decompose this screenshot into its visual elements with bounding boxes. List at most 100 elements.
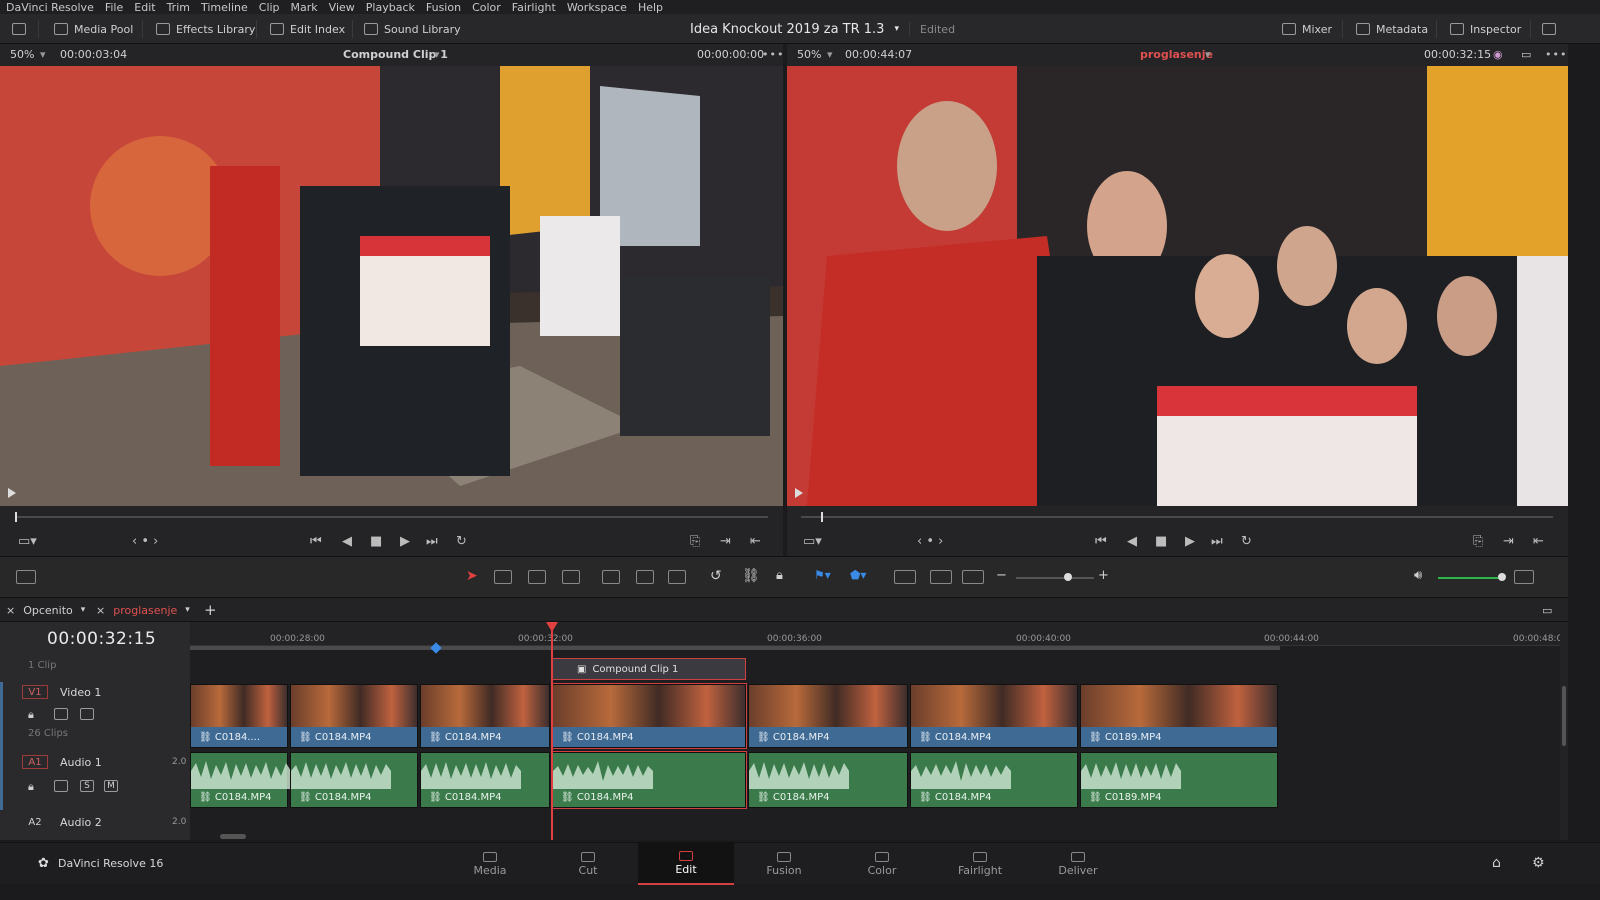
sound-library-button[interactable]: Sound Library <box>364 14 461 44</box>
auto-select-icon[interactable] <box>54 708 68 720</box>
timeline-range-bar[interactable] <box>190 646 1280 650</box>
mute-button[interactable]: M <box>104 780 118 792</box>
close-icon[interactable]: × <box>96 604 105 617</box>
chevron-down-icon[interactable]: ▾ <box>40 48 46 61</box>
timeline-name[interactable]: proglasenje <box>1140 48 1213 61</box>
insert-clip-icon[interactable] <box>602 570 620 584</box>
audio-clip[interactable]: ⛓ C0184.MP4 <box>190 752 291 808</box>
stop-icon[interactable]: ■ <box>370 534 382 549</box>
solo-button[interactable]: S <box>80 780 94 792</box>
play-icon[interactable]: ▶ <box>1185 534 1195 549</box>
dim-button[interactable] <box>1514 570 1534 584</box>
compound-clip[interactable]: ▣ Compound Clip 1 <box>552 658 746 680</box>
media-pool-button[interactable]: Media Pool <box>54 14 133 44</box>
mixer-button[interactable]: Mixer <box>1282 14 1332 44</box>
chevron-down-icon[interactable]: ▾ <box>827 48 833 61</box>
jog-control-icon[interactable]: ‹ • › <box>917 534 943 549</box>
trim-tool-icon[interactable] <box>494 570 512 584</box>
playhead-handle-icon[interactable] <box>546 622 558 632</box>
overwrite-clip-icon[interactable] <box>636 570 654 584</box>
timeline-scrubber[interactable] <box>801 516 1553 518</box>
video-clip[interactable]: ⛓ C0184.MP4 <box>748 684 908 748</box>
volume-slider-handle[interactable] <box>1498 573 1506 581</box>
zoom-slider-handle[interactable] <box>1064 573 1072 581</box>
chevron-down-icon[interactable]: ▾ <box>81 605 86 615</box>
match-frame-icon[interactable]: ⎘ <box>1473 534 1483 549</box>
mark-in-icon[interactable]: ⇥ <box>1503 534 1514 549</box>
loop-icon[interactable]: ↻ <box>1241 534 1252 549</box>
viewer-options-icon[interactable]: ▭▾ <box>803 534 822 549</box>
play-reverse-icon[interactable]: ◀ <box>342 534 352 549</box>
zoom-slider[interactable] <box>1016 577 1094 579</box>
audio-clip[interactable]: ⛓ C0184.MP4 <box>420 752 550 808</box>
menu-clip[interactable]: Clip <box>259 1 280 14</box>
chevron-down-icon[interactable]: ▾ <box>185 605 190 615</box>
source-scrubber[interactable] <box>16 516 768 518</box>
audio-clip[interactable]: ⛓ C0184.MP4 <box>290 752 418 808</box>
video-clip[interactable]: ⛓ C0189.MP4 <box>1080 684 1278 748</box>
play-reverse-icon[interactable]: ◀ <box>1127 534 1137 549</box>
vertical-scrollbar[interactable] <box>1560 622 1568 840</box>
audio-clip[interactable]: ⛓ C0189.MP4 <box>1080 752 1278 808</box>
timeline-viewer[interactable] <box>787 66 1568 506</box>
track-v1-id[interactable]: V1 <box>22 685 48 699</box>
timeline-area[interactable]: 00:00:28:00 00:00:32:00 00:00:36:00 00:0… <box>190 622 1560 840</box>
panel-toggle-button[interactable] <box>12 14 26 44</box>
menu-timeline[interactable]: Timeline <box>201 1 248 14</box>
menu-view[interactable]: View <box>329 1 355 14</box>
lock-icon[interactable]: 🔒︎ <box>28 708 42 721</box>
edit-index-button[interactable]: Edit Index <box>270 14 345 44</box>
volume-icon[interactable]: 🔊︎ <box>1414 568 1422 583</box>
timeline-timecode[interactable]: 00:00:32:15 <box>47 629 156 649</box>
menu-edit[interactable]: Edit <box>134 1 155 14</box>
mark-out-icon[interactable]: ⇤ <box>750 534 761 549</box>
source-viewer[interactable] <box>0 66 783 506</box>
chevron-down-icon[interactable]: ▾ <box>434 48 440 61</box>
lock-icon[interactable]: 🔒︎ <box>776 568 783 583</box>
color-wheel-icon[interactable]: ◉ <box>1493 48 1503 61</box>
video-clip[interactable]: ⛓ C0184.MP4 <box>420 684 550 748</box>
video-clip-selected[interactable]: ⛓ C0184.MP4 <box>551 683 747 749</box>
menu-fairlight[interactable]: Fairlight <box>512 1 556 14</box>
menu-trim[interactable]: Trim <box>167 1 190 14</box>
lock-icon[interactable]: 🔒︎ <box>28 780 42 793</box>
zoom-custom-icon[interactable] <box>962 570 984 584</box>
video-clip[interactable]: ⛓ C0184.MP4 <box>290 684 418 748</box>
video-clip[interactable]: ⛓ C0184.... <box>190 684 288 748</box>
replace-clip-icon[interactable] <box>668 570 686 584</box>
zoom-detail-icon[interactable] <box>930 570 952 584</box>
marker-icon[interactable]: ⬟▾ <box>850 568 866 582</box>
source-playhead[interactable] <box>15 512 17 522</box>
skip-to-start-icon[interactable]: ⏮ <box>310 534 322 549</box>
more-options-icon[interactable]: ••• <box>1545 48 1567 61</box>
volume-slider[interactable] <box>1438 577 1504 579</box>
chevron-down-icon[interactable]: ▾ <box>1205 48 1211 61</box>
track-enable-icon[interactable] <box>80 708 94 720</box>
track-a2-id[interactable]: A2 <box>22 815 48 829</box>
gear-icon[interactable]: ⚙ <box>1532 855 1545 871</box>
jog-control-icon[interactable]: ‹ • › <box>132 534 158 549</box>
add-tab-button[interactable]: + <box>204 598 217 622</box>
snapping-icon[interactable]: ↺ <box>710 568 722 584</box>
skip-to-start-icon[interactable]: ⏮ <box>1095 534 1107 549</box>
timeline-playhead[interactable] <box>551 622 553 840</box>
play-icon[interactable]: ▶ <box>400 534 410 549</box>
flag-icon[interactable]: ⚑▾ <box>814 568 831 582</box>
zoom-in-icon[interactable]: + <box>1098 568 1109 583</box>
timeline-options-icon[interactable]: ▭ <box>1542 598 1552 622</box>
audio-clip[interactable]: ⛓ C0184.MP4 <box>910 752 1078 808</box>
page-edit[interactable]: Edit <box>638 843 734 885</box>
skip-to-end-icon[interactable]: ⏭ <box>426 534 438 549</box>
video-clip[interactable]: ⛓ C0184.MP4 <box>910 684 1078 748</box>
menu-color[interactable]: Color <box>472 1 501 14</box>
match-frame-icon[interactable]: ⎘ <box>690 534 700 549</box>
page-color[interactable]: Color <box>834 843 930 885</box>
track-v1-name[interactable]: Video 1 <box>60 686 101 699</box>
page-deliver[interactable]: Deliver <box>1030 843 1126 885</box>
skip-to-end-icon[interactable]: ⏭ <box>1211 534 1223 549</box>
menu-help[interactable]: Help <box>638 1 663 14</box>
auto-select-icon[interactable] <box>54 780 68 792</box>
viewer-options-icon[interactable]: ▭▾ <box>18 534 37 549</box>
selection-tool-icon[interactable]: ➤ <box>466 568 478 584</box>
page-fusion[interactable]: Fusion <box>736 843 832 885</box>
